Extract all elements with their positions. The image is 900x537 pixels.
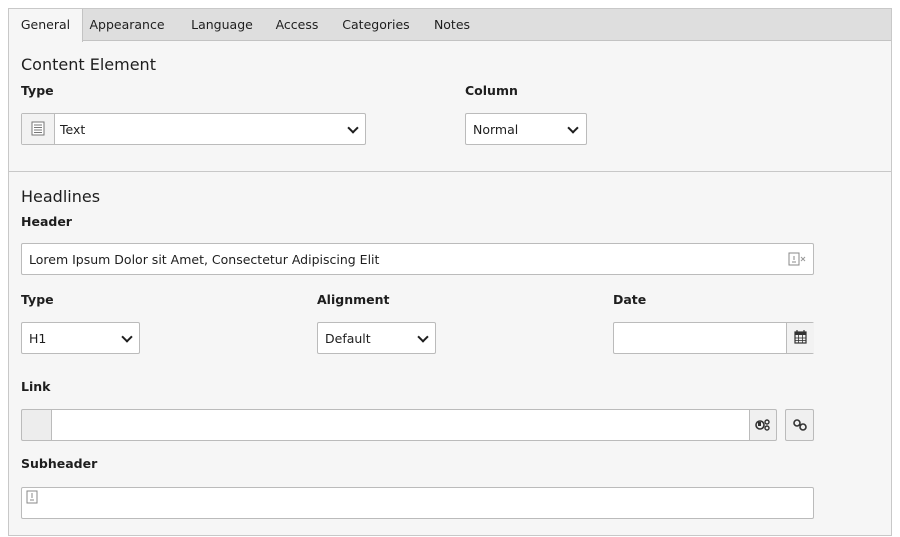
tab-access[interactable]: Access xyxy=(269,9,325,41)
header-type-label: Type xyxy=(21,292,54,307)
section-title-headlines: Headlines xyxy=(21,187,101,206)
date-input[interactable] xyxy=(613,322,814,354)
text-content-type-icon xyxy=(22,114,55,144)
section-title-content-element: Content Element xyxy=(21,55,156,74)
field-info-icon xyxy=(26,490,38,504)
tab-notes[interactable]: Notes xyxy=(427,9,477,41)
header-label: Header xyxy=(21,214,72,229)
chevron-down-icon xyxy=(121,331,133,343)
section-divider xyxy=(9,171,891,172)
tab-language[interactable]: Language xyxy=(181,9,263,41)
link-toggle-button[interactable] xyxy=(749,409,777,441)
header-type-value: H1 xyxy=(29,331,47,346)
chevron-down-icon xyxy=(347,122,359,134)
type-label: Type xyxy=(21,83,54,98)
chevron-down-icon xyxy=(417,331,429,343)
subheader-label: Subheader xyxy=(21,456,98,471)
header-input-value: Lorem Ipsum Dolor sit Amet, Consectetur … xyxy=(29,252,380,267)
alignment-select[interactable]: Default xyxy=(317,322,436,354)
link-label: Link xyxy=(21,379,51,394)
column-label: Column xyxy=(465,83,518,98)
date-label: Date xyxy=(613,292,647,307)
content-element-form: General Appearance Language Access Categ… xyxy=(8,8,892,536)
calendar-button[interactable] xyxy=(786,323,814,353)
link-toggle-icon xyxy=(755,419,770,431)
column-select[interactable]: Normal xyxy=(465,113,587,145)
link-browser-button[interactable] xyxy=(785,409,814,441)
type-select[interactable]: Text xyxy=(21,113,366,145)
link-input[interactable] xyxy=(51,409,750,441)
tab-appearance[interactable]: Appearance xyxy=(85,9,169,41)
calendar-icon xyxy=(794,330,807,344)
tab-bar: General Appearance Language Access Categ… xyxy=(9,9,891,42)
alignment-value: Default xyxy=(325,331,371,346)
tab-categories[interactable]: Categories xyxy=(335,9,417,41)
header-input[interactable]: Lorem Ipsum Dolor sit Amet, Consectetur … xyxy=(21,243,814,275)
tab-general[interactable]: General xyxy=(9,9,83,42)
header-type-select[interactable]: H1 xyxy=(21,322,140,354)
chevron-down-icon xyxy=(567,122,579,134)
link-type-addon xyxy=(21,409,52,441)
clear-field-icon[interactable] xyxy=(788,252,808,267)
link-icon xyxy=(792,419,807,431)
type-select-value: Text xyxy=(60,122,86,137)
column-select-value: Normal xyxy=(473,122,519,137)
alignment-label: Alignment xyxy=(317,292,390,307)
subheader-input[interactable] xyxy=(21,487,814,519)
